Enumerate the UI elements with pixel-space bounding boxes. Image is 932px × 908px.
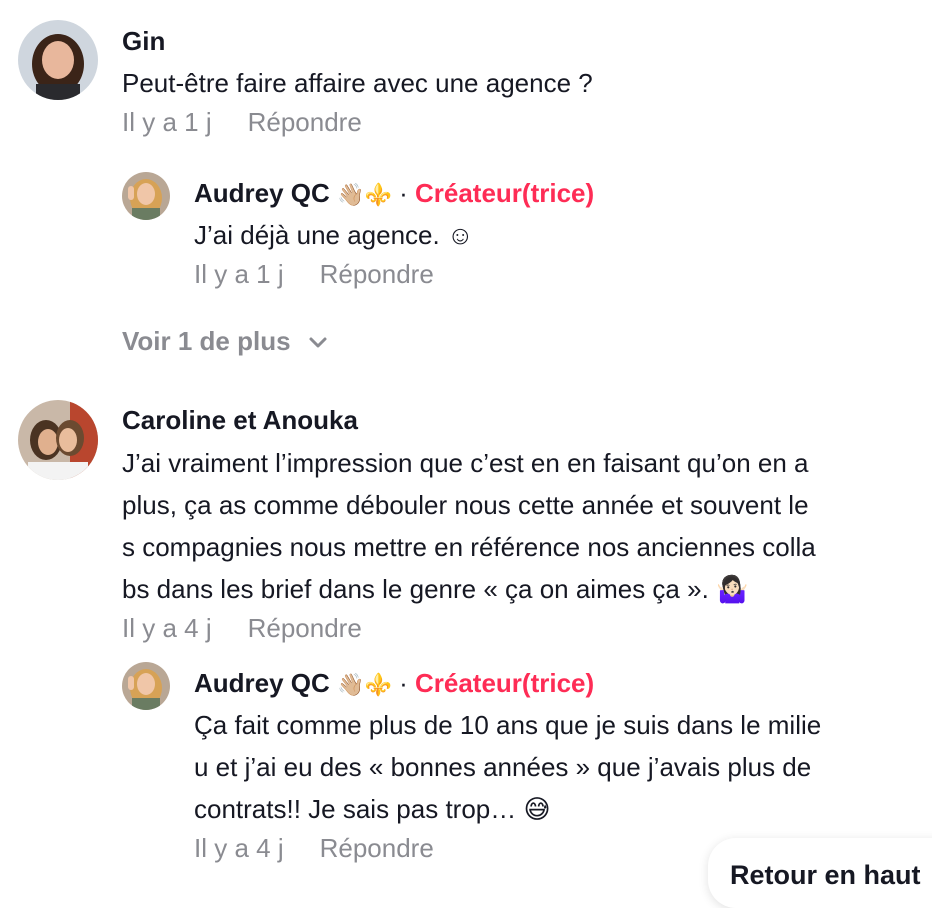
comment-text: Peut-être faire affaire avec une agence … xyxy=(122,68,593,98)
reply-author: Audrey QC 👋🏼⚜️ · Créateur(trice) xyxy=(194,177,594,212)
comment-time: Il y a 4 j xyxy=(122,613,212,643)
comment-text-line: plus, ça as comme débouler nous cette an… xyxy=(122,490,809,520)
reply-button[interactable]: Répondre xyxy=(248,107,362,137)
reply-author-name[interactable]: Audrey QC xyxy=(194,668,330,698)
comment-meta: Il y a 1 j Répondre xyxy=(122,106,362,138)
reply-button[interactable]: Répondre xyxy=(320,259,434,289)
reply-text: J’ai déjà une agence. ☺ xyxy=(194,220,474,250)
reply-button[interactable]: Répondre xyxy=(248,613,362,643)
view-more-replies-button[interactable]: Voir 1 de plus xyxy=(122,325,328,357)
comment-meta: Il y a 4 j Répondre xyxy=(122,612,362,644)
reply-author: Audrey QC 👋🏼⚜️ · Créateur(trice) xyxy=(194,667,594,702)
avatar[interactable] xyxy=(122,662,170,710)
avatar[interactable] xyxy=(18,400,98,480)
comment-text: J’ai vraiment l’impression que c’est en … xyxy=(122,442,816,610)
avatar[interactable] xyxy=(122,172,170,220)
reply-time: Il y a 4 j xyxy=(194,833,284,863)
author-emoji: 👋🏼⚜️ xyxy=(337,673,392,698)
avatar[interactable] xyxy=(18,20,98,100)
reply-text: Ça fait comme plus de 10 ans que je suis… xyxy=(194,704,821,830)
comment-author[interactable]: Caroline et Anouka xyxy=(122,404,358,436)
comment-text-line: s compagnies nous mettre en référence no… xyxy=(122,532,816,562)
separator: · xyxy=(399,178,408,208)
creator-badge: Créateur(trice) xyxy=(414,668,595,698)
author-emoji: 👋🏼⚜️ xyxy=(337,183,392,208)
comment-time: Il y a 1 j xyxy=(122,107,212,137)
reply-button[interactable]: Répondre xyxy=(320,833,434,863)
reply-author-name[interactable]: Audrey QC xyxy=(194,178,330,208)
reply-meta: Il y a 1 j Répondre xyxy=(194,258,434,290)
reply-meta: Il y a 4 j Répondre xyxy=(194,832,434,864)
reply-text-line: contrats!! Je sais pas trop… 😅 xyxy=(194,794,551,824)
separator: · xyxy=(399,668,408,698)
back-to-top-button[interactable]: Retour en haut xyxy=(708,838,932,908)
chevron-down-icon xyxy=(309,337,327,348)
comment-author[interactable]: Gin xyxy=(122,25,165,57)
reply-text-line: Ça fait comme plus de 10 ans que je suis… xyxy=(194,710,822,740)
reply-text-line: u et j’ai eu des « bonnes années » que j… xyxy=(194,752,812,782)
creator-badge: Créateur(trice) xyxy=(414,178,595,208)
comment-text-line: bs dans les brief dans le genre « ça on … xyxy=(122,574,749,604)
view-more-label: Voir 1 de plus xyxy=(122,326,291,356)
comment-text-line: J’ai vraiment l’impression que c’est en … xyxy=(122,448,809,478)
reply-time: Il y a 1 j xyxy=(194,259,284,289)
